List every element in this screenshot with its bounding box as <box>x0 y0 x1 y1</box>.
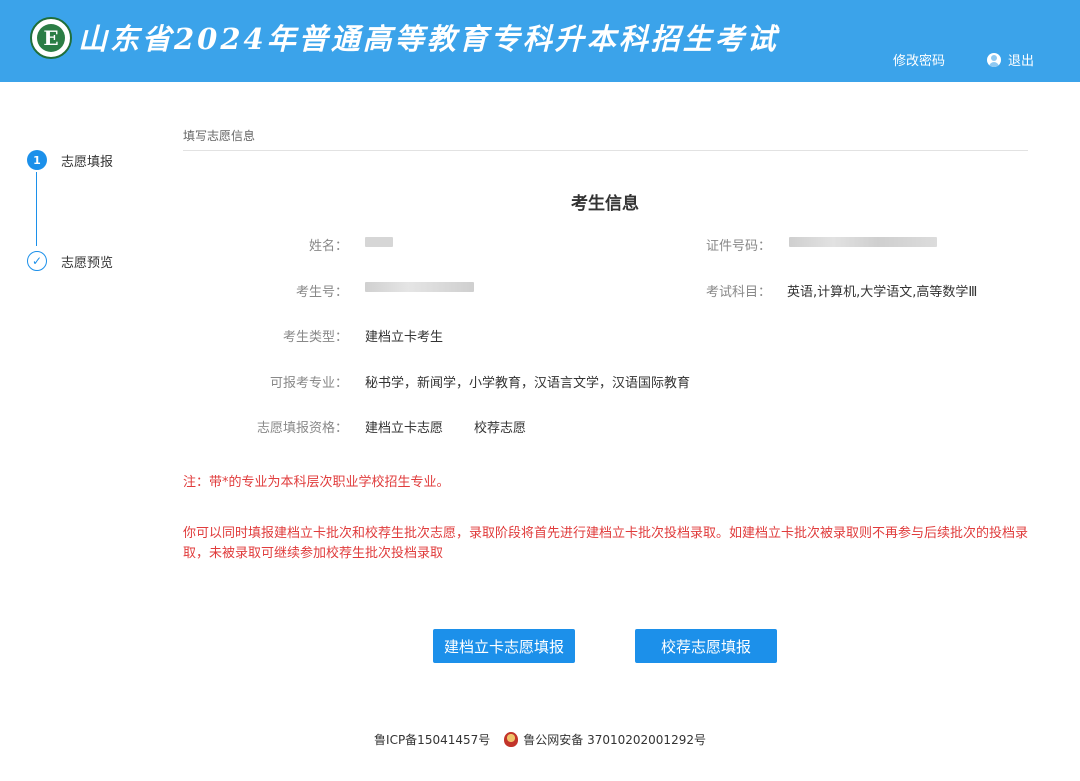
batch-notice: 你可以同时填报建档立卡批次和校荐生批次志愿，录取阶段将首先进行建档立卡批次投档录… <box>183 526 1029 561</box>
qualification-poverty: 建档立卡志愿 <box>365 421 444 436</box>
step-label: 志愿填报 <box>61 154 114 170</box>
page-title: 山东省2024年普通高等教育专科升本科招生考试 <box>78 22 779 56</box>
qualification-school: 校荐志愿 <box>474 421 527 436</box>
user-icon <box>987 52 1001 67</box>
school-wish-fill-button[interactable]: 校荐志愿填报 <box>635 629 777 663</box>
exam-subjects-value: 英语,计算机,大学语文,高等数学Ⅲ <box>787 285 978 300</box>
candidate-info-heading: 考生信息 <box>571 194 639 214</box>
section-title: 填写志愿信息 <box>183 129 256 143</box>
exam-logo: E <box>30 17 72 59</box>
major-note: 注：带*的专业为本科层次职业学校招生专业。 <box>183 475 450 490</box>
name-value-redacted <box>365 237 393 247</box>
exam-number-label: 考生号： <box>295 285 348 300</box>
logo-emblem: E <box>37 24 65 52</box>
eligible-majors-label: 可报考专业： <box>269 376 348 391</box>
name-label: 姓名： <box>308 239 348 254</box>
poverty-wish-fill-button[interactable]: 建档立卡志愿填报 <box>433 629 575 663</box>
police-record-text: 鲁公网安备 37010202001292号 <box>523 733 706 747</box>
exam-subjects-label: 考试科目： <box>705 285 771 300</box>
police-record-link[interactable]: 鲁公网安备 37010202001292号 <box>504 731 706 748</box>
exam-number-value-redacted <box>365 282 474 292</box>
footer: 鲁ICP备15041457号 鲁公网安备 37010202001292号 <box>0 731 1080 748</box>
logout-link[interactable]: 退出 <box>987 50 1034 69</box>
candidate-type-label: 考生类型： <box>282 330 348 345</box>
step-fill-wishes[interactable]: 1 志愿填报 <box>27 150 113 170</box>
step-label: 志愿预览 <box>61 255 114 271</box>
step-preview-wishes[interactable]: ✓ 志愿预览 <box>27 251 113 271</box>
eligible-majors-value: 秘书学，新闻学，小学教育，汉语言文学，汉语国际教育 <box>365 376 691 391</box>
id-number-value-redacted <box>789 237 937 247</box>
step-number-badge: 1 <box>27 150 47 170</box>
section-divider <box>183 150 1028 151</box>
candidate-type-value: 建档立卡考生 <box>365 330 444 345</box>
icp-record-link[interactable]: 鲁ICP备15041457号 <box>374 731 490 748</box>
police-badge-icon <box>504 732 519 747</box>
change-password-link[interactable]: 修改密码 <box>893 50 945 69</box>
check-icon: ✓ <box>27 251 47 271</box>
logout-label: 退出 <box>1008 54 1035 69</box>
qualification-label: 志愿填报资格： <box>256 421 348 436</box>
id-number-label: 证件号码： <box>705 239 771 254</box>
header-bar: E 山东省2024年普通高等教育专科升本科招生考试 修改密码 退出 <box>0 0 1080 82</box>
